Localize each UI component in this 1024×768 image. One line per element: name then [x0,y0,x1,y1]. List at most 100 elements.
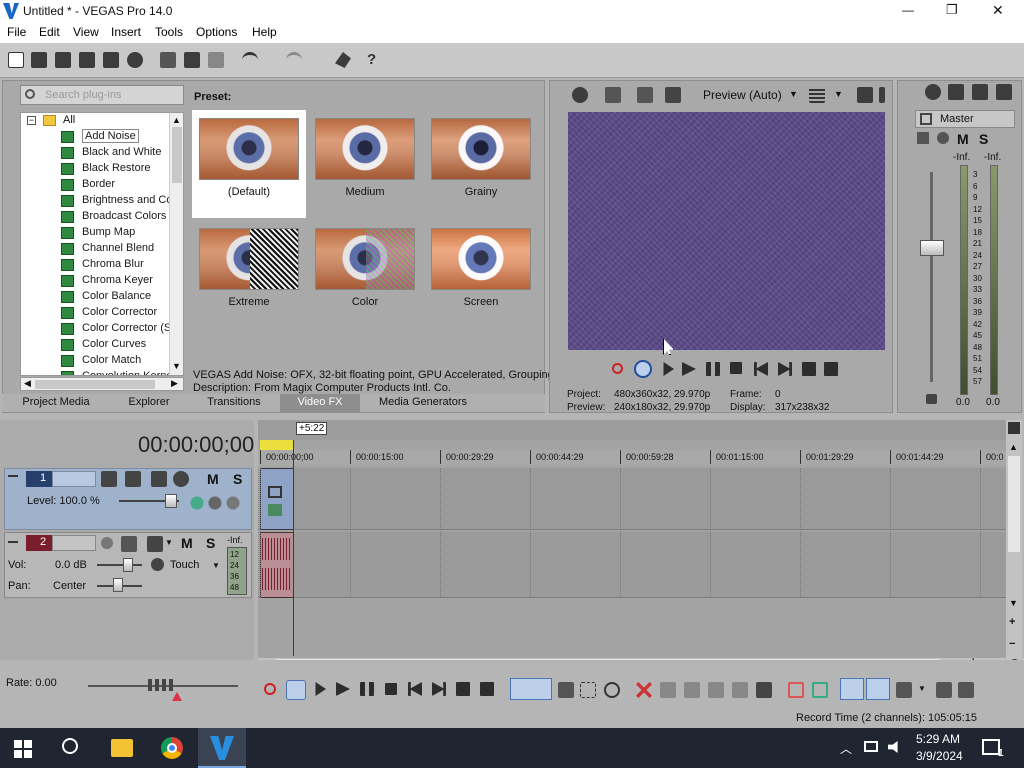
delete-icon[interactable] [636,682,652,698]
chevron-down-icon[interactable]: ▼ [212,561,220,570]
tree-item[interactable]: Color Balance [21,289,169,305]
ripple-mode-icon[interactable] [896,682,912,698]
loop-icon[interactable] [634,360,652,378]
insert-fx-icon[interactable] [147,536,163,552]
gear-icon[interactable] [937,132,949,144]
track-header-video[interactable]: 1 M S Level: 100.0 % [4,468,252,530]
minimize-button[interactable]: — [902,3,914,17]
mute-button[interactable]: M [207,471,219,487]
time-ruler[interactable]: 00:00:00;00 00:00:15:00 00:00:29:29 00:00:4… [258,450,1006,466]
menu-help[interactable]: Help [252,25,277,39]
video-event[interactable] [260,468,294,530]
tab-media-generators[interactable]: Media Generators [370,396,476,412]
loop-icon[interactable] [286,680,306,700]
tree-vscrollbar[interactable]: ▲ ▼ [169,113,183,375]
solo-button[interactable]: S [233,471,242,487]
trim-end-icon[interactable] [708,682,724,698]
tree-item[interactable]: Bump Map [21,225,169,241]
clock-date[interactable]: 3/9/2024 [916,749,963,763]
preview-quality-select[interactable]: Preview (Auto) [703,88,782,102]
selection-tool-icon[interactable] [580,682,596,698]
tree-item[interactable]: Convolution Kerne [21,369,173,375]
scroll-right-icon[interactable]: ▶ [171,378,178,389]
chevron-down-icon[interactable]: ▼ [918,684,926,693]
undo-icon[interactable] [242,52,258,68]
tab-explorer[interactable]: Explorer [116,396,182,412]
menu-options[interactable]: Options [196,25,237,39]
previous-frame-icon[interactable] [456,682,470,696]
clock-time[interactable]: 5:29 AM [916,732,960,746]
tree-item[interactable]: Add Noise [21,129,169,145]
scroll-left-icon[interactable]: ◀ [24,378,31,389]
gear-icon[interactable] [925,84,941,100]
split-screen-icon[interactable] [637,87,653,103]
automation-gear-icon[interactable] [151,558,164,571]
cut-icon[interactable] [160,52,176,68]
timeline-vscrollbar[interactable]: ▲ ▼ + − [1006,420,1022,658]
windows-start-icon[interactable] [14,740,32,758]
next-frame-icon[interactable] [824,362,838,376]
record-icon[interactable] [264,683,276,695]
level-slider-handle[interactable] [165,494,177,508]
search-input[interactable]: Search plug-ins [45,89,121,101]
chevron-up-icon[interactable]: ︿ [840,740,852,757]
vegas-taskbar-icon[interactable] [198,728,246,768]
track-name-input[interactable] [52,535,96,551]
record-icon[interactable] [612,363,623,374]
insert-fx-icon[interactable] [917,132,929,144]
rate-slider-handle[interactable] [148,679,176,691]
zoom-out-icon[interactable]: − [1009,638,1015,650]
external-monitor-icon[interactable] [605,87,621,103]
zoom-in-icon[interactable]: + [1009,616,1015,628]
split-icon[interactable] [732,682,748,698]
tree-item[interactable]: Black Restore [21,161,169,177]
mixer-icon[interactable] [996,84,1012,100]
new-icon[interactable] [8,52,24,68]
preset-default[interactable]: (Default) [192,110,306,218]
pan-crop-icon[interactable] [268,486,282,498]
help-icon[interactable]: ? [367,52,383,68]
scroll-down-icon[interactable]: ▼ [1009,598,1018,608]
solo-button[interactable]: S [206,535,215,551]
solo-button[interactable]: S [979,131,988,147]
track-collapse-icon[interactable] [8,541,18,543]
tree-item[interactable]: Color Match [21,353,169,369]
chevron-down-icon[interactable]: ▼ [789,89,798,99]
record-arm-icon[interactable] [101,537,113,549]
loop-region-marker[interactable] [260,440,294,450]
copy-snapshot-icon[interactable] [857,87,873,103]
video-preview-canvas[interactable] [568,112,885,350]
tree-item[interactable]: Chroma Blur [21,257,169,273]
open-icon[interactable] [31,52,47,68]
play-from-start-icon[interactable] [663,362,674,376]
menu-file[interactable]: File [7,25,26,39]
go-to-end-icon[interactable] [778,362,792,376]
auto-ripple-icon[interactable] [866,678,890,700]
tree-hscrollbar[interactable]: ◀ ▶ [20,377,184,391]
maximize-button[interactable]: ❐ [946,2,958,18]
event-fx-icon[interactable] [335,52,351,68]
previous-frame-icon[interactable] [802,362,816,376]
trim-start-icon[interactable] [684,682,700,698]
scroll-thumb[interactable] [172,127,182,183]
menu-edit[interactable]: Edit [39,25,60,39]
collapse-icon[interactable]: − [27,116,36,125]
tree-root[interactable]: − All [21,113,171,129]
insert-region-icon[interactable] [812,682,828,698]
play-icon[interactable] [336,682,350,696]
chrome-icon[interactable] [161,737,183,759]
compositing-icon[interactable] [151,471,167,487]
play-icon[interactable] [682,362,696,376]
plugin-tree[interactable]: − All Add Noise Black and White Black Rest… [20,112,184,376]
menu-insert[interactable]: Insert [111,25,141,39]
track-fx-icon[interactable] [121,536,137,552]
overlay-icon[interactable] [665,87,681,103]
tree-item[interactable]: Black and White [21,145,169,161]
lock-envelopes-icon[interactable] [936,682,952,698]
track-name-input[interactable] [52,471,96,487]
master-fader-handle[interactable] [920,240,944,256]
next-frame-icon[interactable] [480,682,494,696]
tree-item[interactable]: Channel Blend [21,241,169,257]
scroll-thumb[interactable] [1008,456,1020,552]
save-snapshot-icon[interactable] [879,87,885,103]
